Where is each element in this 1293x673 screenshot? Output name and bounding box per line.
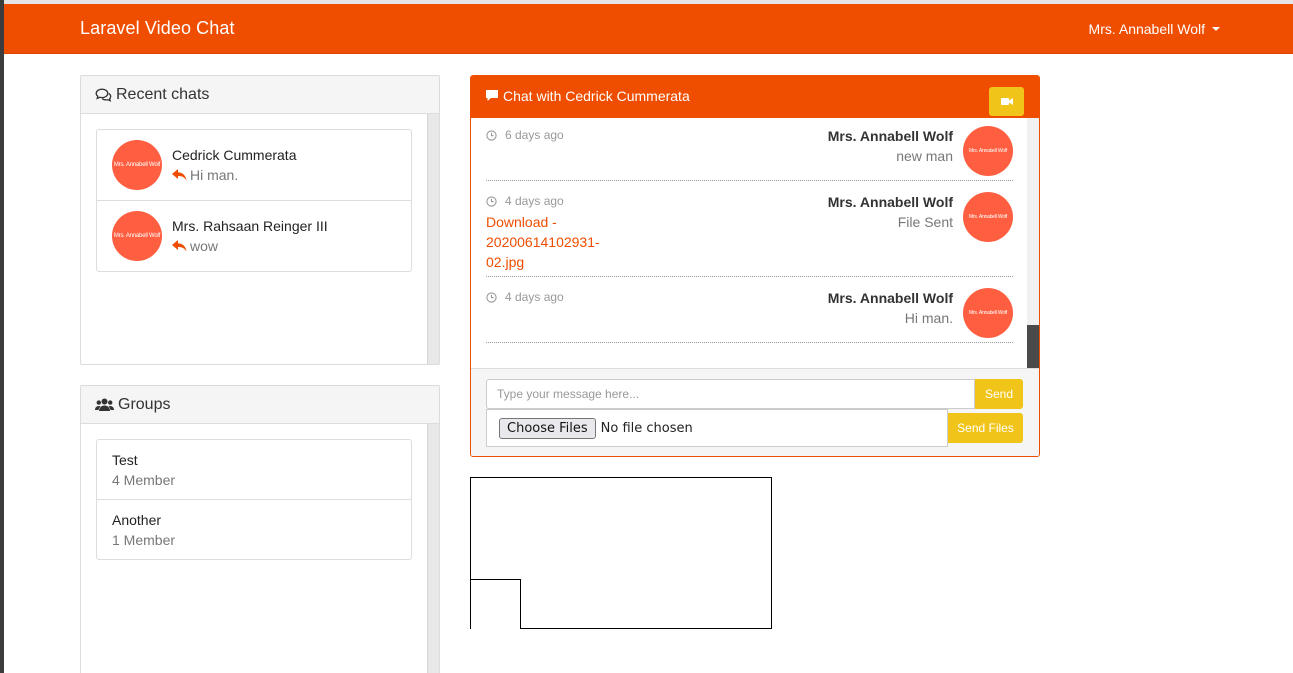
- groups-scrollbar[interactable]: [427, 424, 439, 673]
- user-dropdown[interactable]: Mrs. Annabell Wolf: [1089, 21, 1220, 37]
- groups-body: Test 4 Member Another 1 Member: [81, 424, 439, 673]
- file-download-link[interactable]: Download - 20200614102931-02.jpg: [486, 212, 616, 272]
- message-time: 6 days ago: [505, 128, 564, 142]
- recent-chats-panel: Recent chats Mrs. Annabell Wolf Cedrick …: [80, 75, 440, 365]
- chat-panel: Chat with Cedrick Cummerata 6 days ago M…: [470, 75, 1040, 457]
- chat-heading: Chat with Cedrick Cummerata: [471, 76, 1039, 118]
- message-author: Mrs. Annabell Wolf: [827, 290, 953, 306]
- caret-down-icon: [1212, 27, 1220, 31]
- recent-chat-item[interactable]: Mrs. Annabell Wolf Cedrick Cummerata Hi …: [97, 130, 411, 201]
- reply-icon: [172, 240, 187, 252]
- message-text: File Sent: [897, 214, 953, 230]
- chat-last-message: wow: [190, 238, 219, 254]
- video-call-button[interactable]: [989, 87, 1024, 116]
- avatar: Mrs. Annabell Wolf: [963, 288, 1013, 338]
- comment-icon: [485, 89, 499, 102]
- groups-heading: Groups: [81, 386, 439, 424]
- recent-chats-body: Mrs. Annabell Wolf Cedrick Cummerata Hi …: [81, 114, 439, 364]
- clock-icon: [486, 291, 497, 303]
- comments-icon: [95, 88, 112, 102]
- group-item[interactable]: Another 1 Member: [97, 500, 411, 559]
- chat-last-message: Hi man.: [190, 167, 239, 183]
- file-status: No file chosen: [600, 420, 693, 436]
- recent-chats-heading: Recent chats: [81, 76, 439, 114]
- users-icon: [95, 398, 114, 412]
- reply-icon: [172, 169, 187, 181]
- recent-chats-scrollbar[interactable]: [427, 114, 439, 364]
- groups-panel: Groups Test 4 Member Another 1 Member: [80, 385, 440, 673]
- message-input[interactable]: [486, 379, 975, 409]
- local-video: [471, 579, 521, 629]
- send-files-button[interactable]: Send Files: [948, 413, 1023, 443]
- messages-list: 6 days ago Mrs. Annabell Wolf new man Mr…: [471, 118, 1039, 368]
- chat-footer: Send Choose Files No file chosen Send Fi…: [471, 368, 1039, 456]
- avatar: Mrs. Annabell Wolf: [112, 140, 162, 190]
- group-name: Test: [112, 452, 138, 468]
- group-item[interactable]: Test 4 Member: [97, 440, 411, 500]
- message-author: Mrs. Annabell Wolf: [827, 128, 953, 144]
- choose-files-button[interactable]: Choose Files: [499, 417, 596, 439]
- avatar: Mrs. Annabell Wolf: [112, 211, 162, 261]
- message-author: Mrs. Annabell Wolf: [827, 194, 953, 210]
- scrollbar-thumb[interactable]: [1027, 325, 1039, 368]
- file-input: Choose Files No file chosen: [486, 409, 948, 447]
- avatar: Mrs. Annabell Wolf: [963, 192, 1013, 242]
- chat-contact-name: Mrs. Rahsaan Reinger III: [172, 218, 328, 234]
- message-time: 4 days ago: [505, 194, 564, 208]
- group-name: Another: [112, 512, 162, 528]
- user-name: Mrs. Annabell Wolf: [1088, 21, 1205, 37]
- message-item: 6 days ago Mrs. Annabell Wolf new man Mr…: [486, 118, 1013, 181]
- window-left-edge: [0, 0, 4, 673]
- recent-chats-list: Mrs. Annabell Wolf Cedrick Cummerata Hi …: [96, 129, 412, 272]
- recent-chats-title: Recent chats: [116, 85, 210, 103]
- message-time: 4 days ago: [505, 290, 564, 304]
- brand-link[interactable]: Laravel Video Chat: [80, 18, 235, 39]
- groups-title: Groups: [118, 395, 171, 413]
- clock-icon: [486, 129, 497, 141]
- remote-video: [470, 477, 772, 629]
- video-camera-icon: [1000, 97, 1013, 106]
- message-text: new man: [896, 148, 953, 164]
- group-member-count: 1 Member: [112, 532, 176, 548]
- message-item: 4 days ago Mrs. Annabell Wolf Hi man. Mr…: [486, 277, 1013, 343]
- avatar: Mrs. Annabell Wolf: [963, 126, 1013, 176]
- navbar: Laravel Video Chat Mrs. Annabell Wolf: [4, 4, 1293, 54]
- clock-icon: [486, 195, 497, 207]
- groups-list: Test 4 Member Another 1 Member: [96, 439, 412, 560]
- message-text: Hi man.: [904, 310, 953, 326]
- message-item: 4 days ago Download - 20200614102931-02.…: [486, 181, 1013, 277]
- send-button[interactable]: Send: [975, 379, 1023, 409]
- chat-contact-name: Cedrick Cummerata: [172, 147, 297, 163]
- recent-chat-item[interactable]: Mrs. Annabell Wolf Mrs. Rahsaan Reinger …: [97, 201, 411, 271]
- group-member-count: 4 Member: [112, 472, 176, 488]
- messages-scrollbar[interactable]: [1027, 118, 1039, 368]
- chat-title: Chat with Cedrick Cummerata: [503, 88, 690, 104]
